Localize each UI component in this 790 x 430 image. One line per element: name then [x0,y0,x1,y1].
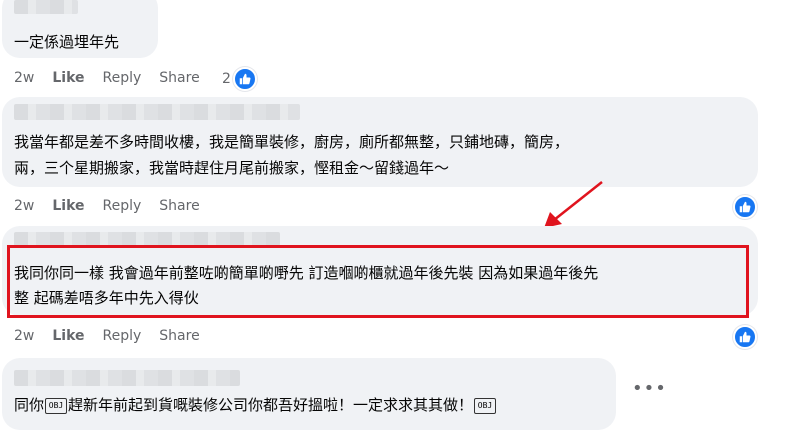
author-name-redacted-1 [14,0,78,14]
unrendered-emoji-icon: OBJ [474,397,497,414]
comment-text-3-line-2: 整 起碼差唔多年中先入得伙 [14,289,199,307]
author-name-redacted-3 [14,232,280,246]
reply-button-1[interactable]: Reply [103,70,142,86]
reaction-summary-1[interactable]: 2 [222,67,257,91]
comment-timestamp-2: 2w [14,198,35,214]
reply-button-2[interactable]: Reply [103,198,142,214]
author-name-redacted-2 [14,104,300,120]
like-button-1[interactable]: Like [52,70,84,86]
reaction-summary-3[interactable] [733,325,757,349]
more-options-icon[interactable]: ••• [632,378,667,399]
comment-text-2-line-2: 兩，三个星期搬家，我當時趕住月尾前搬家，慳租金～留錢過年～ [14,159,450,177]
reply-button-3[interactable]: Reply [103,328,142,344]
comment-text-4: 同你 OBJ 趕新年前起到貨嘅裝修公司你都吾好搵啦！一定求求其其做！ OBJ [14,393,497,417]
comment-text-1: 一定係過埋年先 [14,33,120,51]
comment-actions-3: 2w Like Reply Share [14,328,218,344]
share-button-1[interactable]: Share [159,70,199,86]
like-reaction-icon [733,325,757,349]
like-reaction-icon [733,195,757,219]
like-reaction-icon [232,67,257,91]
comment-actions-1: 2w Like Reply Share [14,70,218,86]
reaction-summary-2[interactable] [733,195,757,219]
like-button-2[interactable]: Like [52,198,84,214]
like-button-3[interactable]: Like [52,328,84,344]
share-button-2[interactable]: Share [159,198,199,214]
comment-actions-2: 2w Like Reply Share [14,198,218,214]
comment-timestamp-1: 2w [14,70,35,86]
comment-text-2-line-1: 我當年都是差不多時間收樓，我是簡單裝修，廚房，廁所都無整，只鋪地磚，簡房， [14,133,570,151]
reaction-count-1: 2 [222,71,231,87]
author-name-redacted-4 [14,370,240,386]
unrendered-emoji-icon: OBJ [45,397,68,414]
comment-timestamp-3: 2w [14,328,35,344]
share-button-3[interactable]: Share [159,328,199,344]
comment-text-3-line-1: 我同你同一樣 我會過年前整咗啲簡單啲嘢先 訂造嗰啲櫃就過年後先裝 因為如果過年後… [14,264,599,282]
